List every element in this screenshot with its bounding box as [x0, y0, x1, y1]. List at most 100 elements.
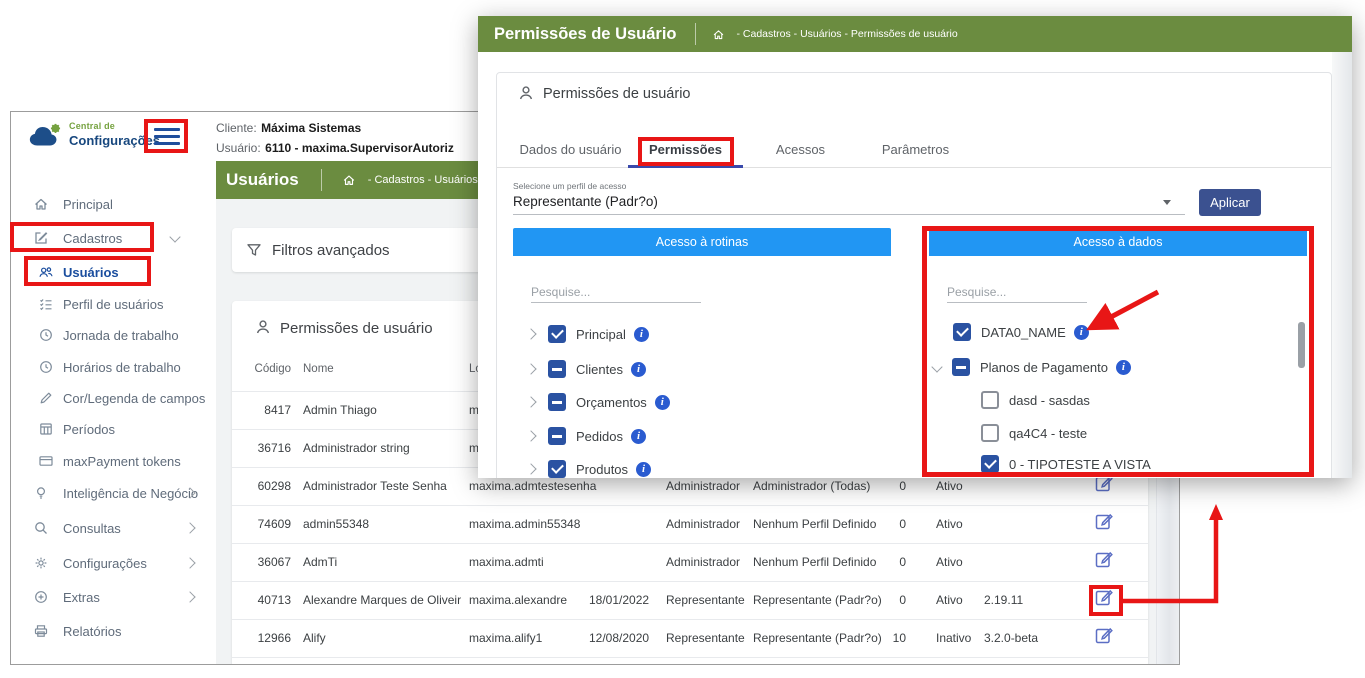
tree-item-label: Planos de Pagamento [980, 360, 1108, 375]
logo-line1: Central de [69, 121, 115, 131]
cell-nome: AdmTi [303, 555, 337, 569]
tree-item: qa4C4 - teste [981, 421, 1095, 445]
sidebar-item-usuarios[interactable]: Usuários [38, 258, 208, 286]
cell-status: Inativo [936, 631, 971, 645]
cell-tipo: Administrador [666, 555, 740, 569]
sidebar-item-relatorios[interactable]: Relatórios [33, 617, 208, 645]
cell-perfil: Representante (Padr?o) [753, 631, 882, 645]
col-header-codigo: Código [252, 363, 291, 375]
cell-login: maxima.alexandre [469, 593, 567, 607]
col-header-nome: Nome [303, 363, 334, 375]
checkbox[interactable] [981, 424, 999, 442]
sidebar-toggle-button[interactable] [149, 122, 185, 152]
cell-perfil: Nenhum Perfil Definido [753, 555, 876, 569]
user-value: 6110 - maxima.SupervisorAutoriz [265, 141, 454, 155]
info-icon[interactable] [631, 429, 646, 444]
info-icon[interactable] [1116, 360, 1131, 375]
modal-scrollbar[interactable] [1332, 52, 1352, 478]
home-icon[interactable] [342, 173, 356, 187]
chevron-right-icon[interactable] [525, 396, 536, 407]
chevron-right-icon[interactable] [525, 463, 536, 474]
divider [232, 657, 1148, 658]
annotation-arrow-planos [1078, 284, 1168, 336]
chevron-right-icon[interactable] [525, 363, 536, 374]
cell-qtd: 0 [876, 593, 906, 607]
hamburger-icon [154, 135, 180, 138]
logo-cloud-icon [27, 121, 65, 151]
sidebar-item-principal[interactable]: Principal [33, 190, 208, 218]
checkbox[interactable] [981, 455, 999, 473]
tree-item-label: Pedidos [576, 429, 623, 444]
sidebar-item-inteligencia-de-negocio[interactable]: Inteligência de Negócio [33, 479, 208, 507]
divider [321, 169, 322, 191]
cell-qtd: 0 [876, 555, 906, 569]
modal-breadcrumb: - Cadastros - Usuários - Permissões de u… [737, 28, 958, 40]
info-icon[interactable] [634, 327, 649, 342]
tree-item: Clientes [527, 357, 646, 381]
sidebar-item-perfil-de-usuarios[interactable]: Perfil de usuários [38, 290, 208, 318]
credit-card-icon [38, 453, 54, 469]
modal-section-title: Permissões de usuário [543, 86, 691, 102]
chevron-right-icon [184, 591, 195, 602]
panel-scrollbar-thumb[interactable] [1298, 322, 1305, 368]
checkbox[interactable] [548, 427, 566, 445]
sidebar-item-label: Cadastros [63, 231, 122, 246]
sidebar-item-maxpayment-tokens[interactable]: maxPayment tokens [38, 447, 208, 475]
edit-icon[interactable] [1094, 625, 1114, 645]
profile-select[interactable]: Representante (Padr?o) [513, 193, 1185, 215]
sidebar-item-consultas[interactable]: Consultas [33, 514, 208, 542]
sidebar-item-label: Configurações [63, 556, 147, 571]
clock-icon [38, 327, 54, 343]
data-search-input[interactable] [947, 282, 1087, 303]
printer-icon [33, 623, 49, 639]
checkbox[interactable] [952, 358, 970, 376]
info-icon[interactable] [631, 362, 646, 377]
cell-versao: 3.2.0-beta [984, 631, 1038, 645]
sidebar-item-label: Cor/Legenda de campos [63, 391, 205, 406]
checkbox[interactable] [953, 323, 971, 341]
tree-item-label: Produtos [576, 462, 628, 477]
routines-search-input[interactable] [531, 282, 701, 303]
home-icon[interactable] [712, 28, 725, 41]
sidebar-item-configuracoes[interactable]: Configurações [33, 549, 208, 577]
tab-acessos[interactable]: Acessos [743, 131, 858, 168]
routines-panel-header: Acesso à rotinas [513, 228, 891, 256]
cell-codigo: 74609 [252, 517, 291, 531]
cell-qtd: 10 [876, 631, 906, 645]
checkbox[interactable] [548, 460, 566, 478]
sidebar-item-cor-legenda[interactable]: Cor/Legenda de campos [38, 384, 208, 412]
cell-codigo: 36067 [252, 555, 291, 569]
info-icon[interactable] [655, 395, 670, 410]
cell-tipo: Representante [666, 593, 745, 607]
sidebar-item-jornada-de-trabalho[interactable]: Jornada de trabalho [38, 321, 208, 349]
cell-status: Ativo [936, 593, 963, 607]
card-title: Permissões de usuário [280, 320, 433, 337]
chevron-right-icon[interactable] [525, 328, 536, 339]
info-icon[interactable] [636, 462, 651, 477]
permissions-modal: Permissões de Usuário - Cadastros - Usuá… [478, 16, 1352, 478]
checkbox[interactable] [981, 391, 999, 409]
apply-button[interactable]: Aplicar [1199, 189, 1261, 216]
tree-item: Orçamentos [527, 390, 670, 414]
hamburger-icon [154, 128, 180, 131]
select-underline [513, 214, 1185, 215]
clock-icon [38, 359, 54, 375]
tree-item-label: Principal [576, 327, 626, 342]
chevron-right-icon[interactable] [525, 430, 536, 441]
data-panel-header: Acesso à dados [929, 228, 1307, 256]
lightbulb-icon [33, 485, 49, 501]
sidebar-item-horarios-de-trabalho[interactable]: Horários de trabalho [38, 353, 208, 381]
checkbox[interactable] [548, 325, 566, 343]
sidebar-item-cadastros[interactable]: Cadastros [33, 224, 208, 252]
client-info: Cliente: Máxima Sistemas [216, 119, 361, 137]
tab-permissoes[interactable]: Permissões [628, 131, 743, 168]
divider [232, 619, 1148, 620]
sidebar-item-periodos[interactable]: Períodos [38, 415, 208, 443]
sidebar-item-extras[interactable]: Extras [33, 583, 208, 611]
chevron-down-icon[interactable] [931, 361, 942, 372]
checkbox[interactable] [548, 393, 566, 411]
tab-dados-do-usuario[interactable]: Dados do usuário [513, 131, 628, 168]
tab-parametros[interactable]: Parâmetros [858, 131, 973, 168]
checkbox[interactable] [548, 360, 566, 378]
cell-codigo: 36716 [252, 441, 291, 455]
